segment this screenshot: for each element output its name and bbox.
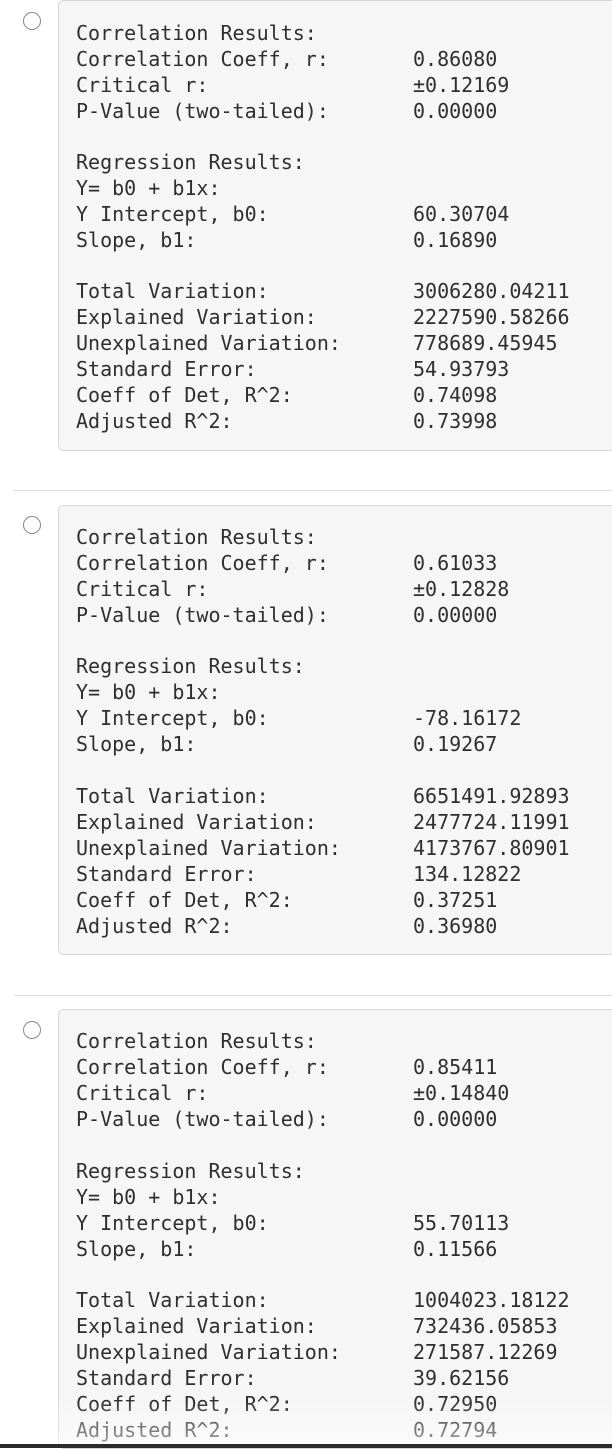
regression-equation: Y= b0 + b1x: <box>76 176 221 200</box>
r-squared-value: 0.37251 <box>413 888 498 912</box>
total-variation-label: Total Variation: <box>76 784 269 808</box>
explained-variation-label: Explained Variation: <box>76 305 317 329</box>
critical-r-label: Critical r: <box>76 1081 209 1105</box>
standard-error-label: Standard Error: <box>76 1366 257 1390</box>
regression-header: Regression Results: <box>76 1159 305 1183</box>
total-variation-value: 6651491.92893 <box>413 784 570 808</box>
explained-variation-label: Explained Variation: <box>76 1314 317 1338</box>
critical-r-value: ±0.14840 <box>413 1081 510 1105</box>
standard-error-value: 134.12822 <box>413 862 522 886</box>
adjusted-r-squared-label: Adjusted R^2: <box>76 409 233 433</box>
total-variation-value: 3006280.04211 <box>413 279 570 303</box>
results-panel: Correlation Results: Correlation Coeff, … <box>58 1009 612 1449</box>
intercept-label: Y Intercept, b0: <box>76 202 269 226</box>
p-value-label: P-Value (two-tailed): <box>76 1107 329 1131</box>
slope-value: 0.16890 <box>413 228 498 252</box>
results-panel: Correlation Results: Correlation Coeff, … <box>58 505 612 955</box>
r-squared-value: 0.72950 <box>413 1392 498 1416</box>
explained-variation-value: 732436.05853 <box>413 1314 558 1338</box>
total-variation-label: Total Variation: <box>76 1288 269 1312</box>
critical-r-label: Critical r: <box>76 73 209 97</box>
adjusted-r-squared-label: Adjusted R^2: <box>76 1418 233 1442</box>
answer-option-2[interactable]: Correlation Results: Correlation Coeff, … <box>0 505 612 995</box>
radio-button[interactable] <box>23 12 41 30</box>
critical-r-value: ±0.12169 <box>413 73 510 97</box>
corr-coeff-label: Correlation Coeff, r: <box>76 47 329 71</box>
bottom-edge-bar <box>0 1444 612 1448</box>
radio-button[interactable] <box>23 1021 41 1039</box>
unexplained-variation-label: Unexplained Variation: <box>76 836 341 860</box>
r-squared-value: 0.74098 <box>413 383 498 407</box>
regression-header: Regression Results: <box>76 150 305 174</box>
intercept-value: -78.16172 <box>413 706 522 730</box>
adjusted-r-squared-value: 0.36980 <box>413 914 498 938</box>
slope-label: Slope, b1: <box>76 228 197 252</box>
regression-equation: Y= b0 + b1x: <box>76 680 221 704</box>
standard-error-value: 39.62156 <box>413 1366 510 1390</box>
corr-coeff-label: Correlation Coeff, r: <box>76 551 329 575</box>
slope-label: Slope, b1: <box>76 732 197 756</box>
explained-variation-value: 2477724.11991 <box>413 810 570 834</box>
correlation-header: Correlation Results: <box>76 1029 317 1053</box>
p-value-label: P-Value (two-tailed): <box>76 99 329 123</box>
slope-label: Slope, b1: <box>76 1237 197 1261</box>
unexplained-variation-value: 778689.45945 <box>413 331 558 355</box>
corr-coeff-value: 0.61033 <box>413 551 498 575</box>
intercept-value: 55.70113 <box>413 1211 510 1235</box>
correlation-header: Correlation Results: <box>76 21 317 45</box>
unexplained-variation-value: 271587.12269 <box>413 1340 558 1364</box>
explained-variation-label: Explained Variation: <box>76 810 317 834</box>
slope-value: 0.11566 <box>413 1237 498 1261</box>
intercept-label: Y Intercept, b0: <box>76 706 269 730</box>
p-value-value: 0.00000 <box>413 99 498 123</box>
option-divider <box>14 995 612 996</box>
critical-r-label: Critical r: <box>76 577 209 601</box>
p-value-value: 0.00000 <box>413 603 498 627</box>
r-squared-label: Coeff of Det, R^2: <box>76 1392 293 1416</box>
adjusted-r-squared-label: Adjusted R^2: <box>76 914 233 938</box>
critical-r-value: ±0.12828 <box>413 577 510 601</box>
p-value-value: 0.00000 <box>413 1107 498 1131</box>
standard-error-value: 54.93793 <box>413 357 510 381</box>
r-squared-label: Coeff of Det, R^2: <box>76 888 293 912</box>
regression-header: Regression Results: <box>76 654 305 678</box>
regression-equation: Y= b0 + b1x: <box>76 1185 221 1209</box>
corr-coeff-value: 0.85411 <box>413 1055 498 1079</box>
p-value-label: P-Value (two-tailed): <box>76 603 329 627</box>
answer-option-3[interactable]: Correlation Results: Correlation Coeff, … <box>0 1009 612 1449</box>
corr-coeff-value: 0.86080 <box>413 47 498 71</box>
intercept-value: 60.30704 <box>413 202 510 226</box>
r-squared-label: Coeff of Det, R^2: <box>76 383 293 407</box>
answer-option-1[interactable]: Correlation Results: Correlation Coeff, … <box>0 0 612 490</box>
standard-error-label: Standard Error: <box>76 357 257 381</box>
slope-value: 0.19267 <box>413 732 498 756</box>
explained-variation-value: 2227590.58266 <box>413 305 570 329</box>
total-variation-value: 1004023.18122 <box>413 1288 570 1312</box>
adjusted-r-squared-value: 0.72794 <box>413 1418 498 1442</box>
unexplained-variation-value: 4173767.80901 <box>413 836 570 860</box>
option-divider <box>14 490 612 491</box>
unexplained-variation-label: Unexplained Variation: <box>76 331 341 355</box>
total-variation-label: Total Variation: <box>76 279 269 303</box>
unexplained-variation-label: Unexplained Variation: <box>76 1340 341 1364</box>
results-panel: Correlation Results: Correlation Coeff, … <box>58 0 612 451</box>
standard-error-label: Standard Error: <box>76 862 257 886</box>
correlation-header: Correlation Results: <box>76 525 317 549</box>
intercept-label: Y Intercept, b0: <box>76 1211 269 1235</box>
adjusted-r-squared-value: 0.73998 <box>413 409 498 433</box>
corr-coeff-label: Correlation Coeff, r: <box>76 1055 329 1079</box>
radio-button[interactable] <box>23 516 41 534</box>
